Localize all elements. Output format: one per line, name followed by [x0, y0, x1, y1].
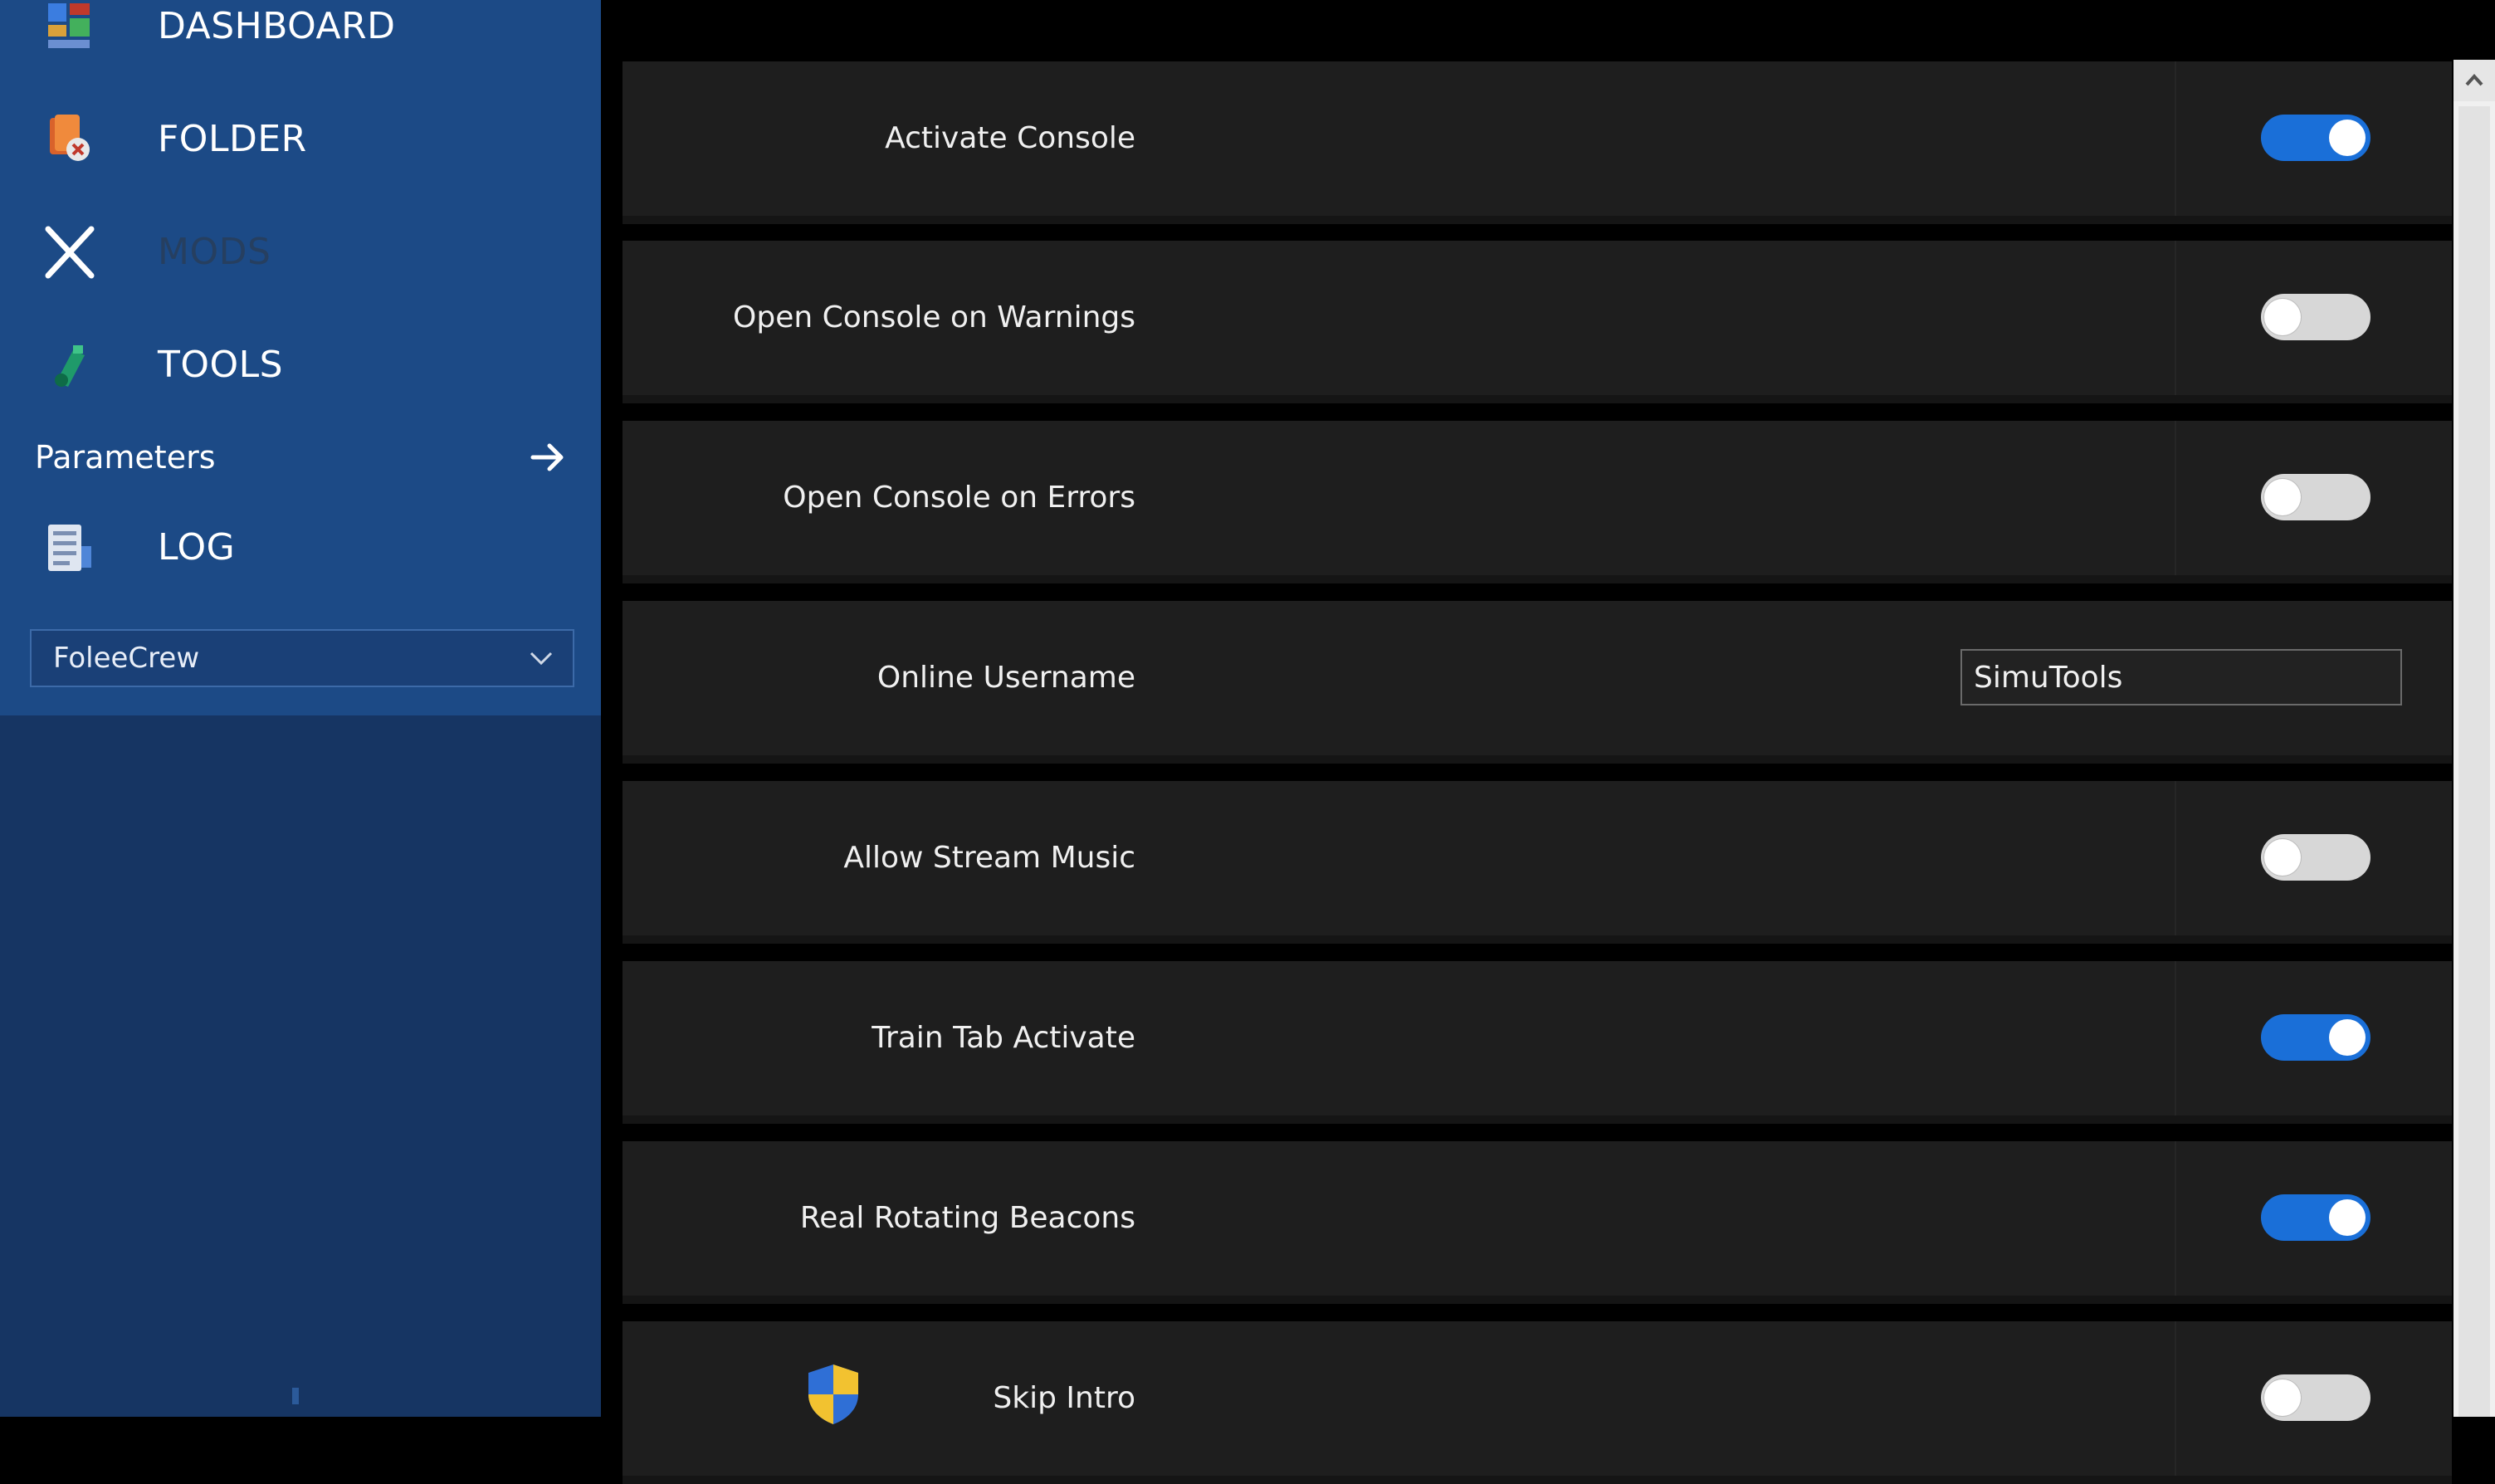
row-divider — [2175, 781, 2176, 935]
mods-x-icon — [45, 226, 95, 279]
toggle-knob — [2329, 120, 2366, 156]
dashboard-icon — [48, 3, 90, 48]
nav-item-dashboard[interactable]: DASHBOARD — [0, 0, 601, 76]
parameters-row[interactable]: Parameters — [0, 432, 601, 483]
row-divider — [2175, 1141, 2176, 1296]
profile-dropdown-value: FoleeCrew — [53, 642, 200, 675]
activate-console-toggle[interactable] — [2261, 115, 2370, 161]
toggle-knob — [2329, 1199, 2366, 1236]
row-divider — [2175, 961, 2176, 1115]
row-divider — [2175, 421, 2176, 575]
open-console-warnings-toggle[interactable] — [2261, 294, 2370, 340]
nav-label-tools: TOOLS — [158, 344, 284, 386]
setting-row-train-tab-activate: Train Tab Activate — [623, 961, 2452, 1124]
toggle-knob — [2264, 479, 2301, 515]
nav-item-log[interactable]: LOG — [0, 498, 601, 598]
setting-label: Real Rotating Beacons — [799, 1201, 1135, 1235]
online-username-input[interactable] — [1960, 649, 2402, 705]
nav-label-mods: MODS — [158, 231, 271, 273]
setting-row-allow-stream-music: Allow Stream Music — [623, 781, 2452, 944]
setting-label: Allow Stream Music — [843, 841, 1135, 875]
toggle-knob — [2264, 839, 2301, 876]
toggle-knob — [2329, 1019, 2366, 1056]
setting-label: Online Username — [876, 661, 1135, 695]
vertical-scrollbar[interactable] — [2453, 60, 2495, 1417]
scroll-up-arrow-icon[interactable] — [2453, 60, 2495, 101]
uac-shield-icon — [808, 1364, 858, 1424]
setting-row-open-console-errors: Open Console on Errors — [623, 421, 2452, 583]
skip-intro-toggle[interactable] — [2261, 1374, 2370, 1421]
allow-stream-music-toggle[interactable] — [2261, 834, 2370, 881]
setting-row-activate-console: Activate Console — [623, 61, 2452, 224]
chevron-down-icon — [530, 652, 553, 666]
train-tab-activate-toggle[interactable] — [2261, 1014, 2370, 1061]
nav-label-folder: FOLDER — [158, 118, 307, 160]
scrollbar-thumb[interactable] — [2458, 106, 2490, 1417]
folder-icon — [50, 115, 90, 161]
setting-row-skip-intro: Skip Intro — [623, 1321, 2452, 1484]
nav-item-folder[interactable]: FOLDER — [0, 90, 601, 189]
toggle-knob — [2264, 1379, 2301, 1416]
setting-label: Open Console on Warnings — [733, 300, 1135, 334]
sidebar-resize-marker — [292, 1388, 299, 1404]
profile-dropdown[interactable]: FoleeCrew — [30, 629, 574, 687]
setting-label: Skip Intro — [993, 1381, 1135, 1415]
setting-label: Train Tab Activate — [872, 1021, 1135, 1055]
row-divider — [2175, 1321, 2176, 1476]
parameters-label: Parameters — [35, 439, 216, 476]
nav-item-mods[interactable]: MODS — [0, 203, 601, 302]
setting-row-open-console-warnings: Open Console on Warnings — [623, 241, 2452, 403]
nav-label-log: LOG — [158, 526, 236, 569]
nav-label-dashboard: DASHBOARD — [158, 5, 396, 47]
setting-label: Activate Console — [885, 121, 1135, 155]
row-divider — [2175, 61, 2176, 216]
nav-item-tools[interactable]: TOOLS — [0, 315, 601, 415]
toggle-knob — [2264, 299, 2301, 335]
arrow-right-icon — [530, 443, 564, 471]
setting-label: Open Console on Errors — [783, 481, 1135, 515]
tools-icon — [55, 345, 85, 387]
open-console-errors-toggle[interactable] — [2261, 474, 2370, 520]
real-rotating-beacons-toggle[interactable] — [2261, 1194, 2370, 1241]
setting-row-online-username: Online Username — [623, 601, 2452, 764]
setting-row-real-rotating-beacons: Real Rotating Beacons — [623, 1141, 2452, 1304]
sidebar-nav-panel: DASHBOARD FOLDER MODS TOOLS Parameters L… — [0, 0, 601, 715]
sidebar: DASHBOARD FOLDER MODS TOOLS Parameters L… — [0, 0, 601, 1417]
log-icon — [48, 525, 91, 571]
row-divider — [2175, 241, 2176, 395]
